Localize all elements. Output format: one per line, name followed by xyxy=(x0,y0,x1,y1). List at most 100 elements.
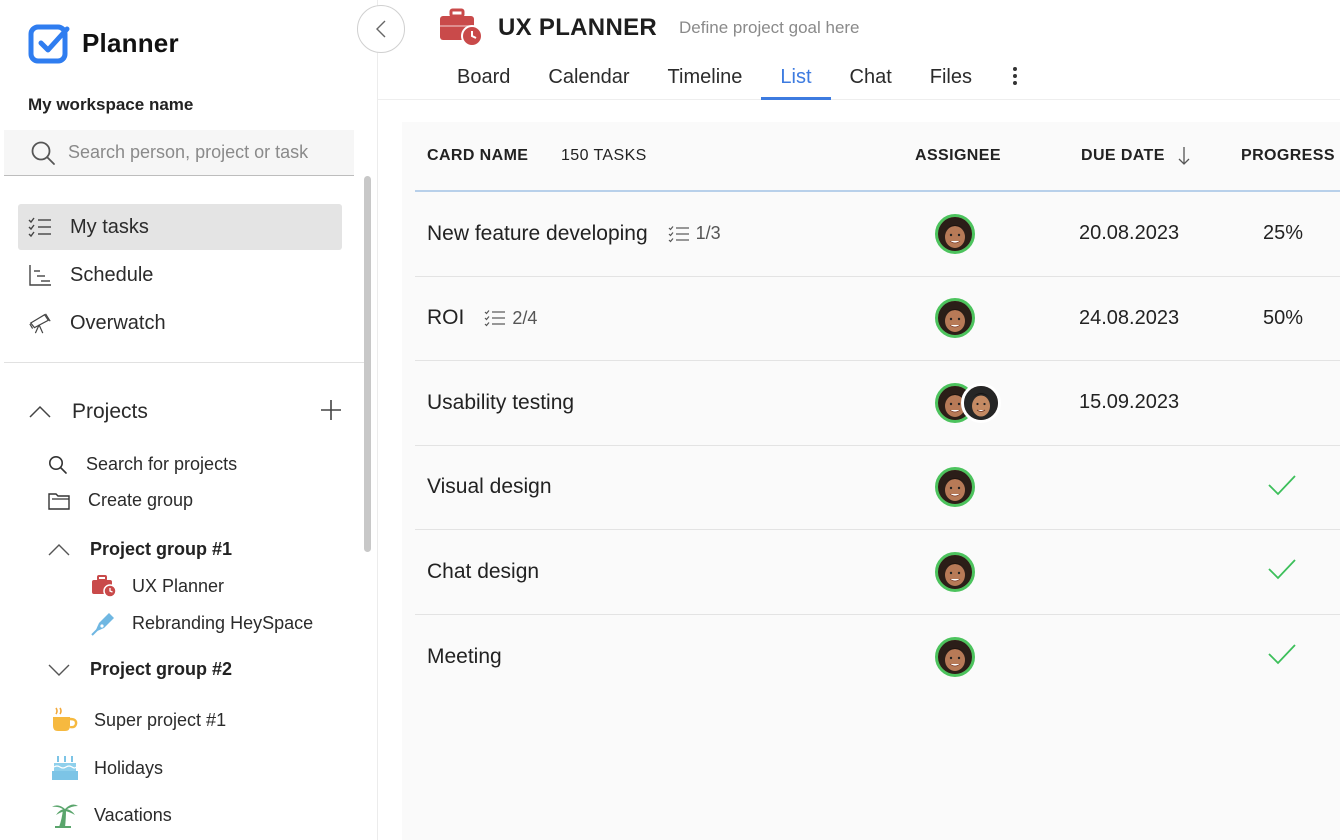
workspace-name[interactable]: My workspace name xyxy=(28,95,193,115)
sidebar: Planner My workspace name My tasks xyxy=(0,0,378,840)
avatar[interactable] xyxy=(961,382,1001,423)
project-group-1[interactable]: Project group #1 xyxy=(48,539,232,560)
card-name[interactable]: ROI xyxy=(427,306,464,330)
tab-calendar[interactable]: Calendar xyxy=(529,60,648,100)
cake-icon xyxy=(52,756,78,780)
project-label: Rebranding HeySpace xyxy=(132,612,314,633)
card-name-cell: Meeting xyxy=(427,645,502,669)
column-progress[interactable]: PROGRESS xyxy=(1241,147,1335,165)
briefcase-clock-icon xyxy=(440,8,483,47)
title-row: UX PLANNER Define project goal here xyxy=(438,8,860,48)
subtasks-count[interactable]: 1/3 xyxy=(668,223,721,244)
project-label: Super project #1 xyxy=(94,709,227,730)
subtasks-label: 2/4 xyxy=(512,307,538,328)
tab-board[interactable]: Board xyxy=(438,60,529,100)
assignee-cell[interactable] xyxy=(935,551,975,592)
search-input[interactable] xyxy=(68,142,348,163)
avatar[interactable] xyxy=(935,551,975,592)
table-row[interactable]: New feature developing 1/3 20.08.2023 25% xyxy=(415,192,1340,277)
nav-label: My tasks xyxy=(70,215,149,238)
card-name[interactable]: Usability testing xyxy=(427,391,574,415)
project-label: Vacations xyxy=(94,804,172,825)
table-row[interactable]: Usability testing 15.09.2023 xyxy=(415,361,1340,446)
progress-done xyxy=(1267,643,1297,670)
due-date[interactable]: 15.09.2023 xyxy=(1079,391,1179,414)
project-holidays[interactable]: Holidays xyxy=(50,754,163,782)
due-date[interactable]: 24.08.2023 xyxy=(1079,307,1179,330)
group-label: Project group #2 xyxy=(90,659,233,679)
progress-done xyxy=(1267,558,1297,585)
avatar[interactable] xyxy=(935,636,975,677)
project-header: UX PLANNER Define project goal here Boar… xyxy=(378,0,1340,100)
sidebar-scrollbar[interactable] xyxy=(364,176,371,552)
project-rebranding-heyspace[interactable]: Rebranding HeySpace xyxy=(90,610,313,636)
projects-header[interactable]: Projects xyxy=(28,394,342,430)
assignee-cell[interactable] xyxy=(935,382,1001,423)
nav-item-schedule[interactable]: Schedule xyxy=(18,252,342,298)
table-row[interactable]: ROI 2/4 24.08.2023 50% xyxy=(415,277,1340,361)
chevron-up-icon[interactable] xyxy=(28,405,52,419)
progress-value: 25% xyxy=(1263,222,1304,245)
project-super-project-1[interactable]: Super project #1 xyxy=(50,706,226,734)
project-ux-planner[interactable]: UX Planner xyxy=(90,574,224,598)
subtasks-icon xyxy=(668,225,689,243)
card-name-cell: Visual design xyxy=(427,475,552,499)
table-row[interactable]: Visual design xyxy=(415,446,1340,530)
palm-tree-icon xyxy=(52,804,78,828)
sidebar-divider xyxy=(4,362,364,363)
column-card-name[interactable]: CARD NAME xyxy=(427,147,528,165)
tab-files[interactable]: Files xyxy=(911,60,991,100)
table-header: CARD NAME 150 TASKS ASSIGNEE DUE DATE PR… xyxy=(415,122,1340,192)
project-group-2[interactable]: Project group #2 xyxy=(48,659,232,680)
subtasks-icon xyxy=(484,310,506,327)
projects-label: Projects xyxy=(72,400,148,423)
tab-list[interactable]: List xyxy=(761,60,831,100)
nav-item-my-tasks[interactable]: My tasks xyxy=(18,204,342,250)
assignee-cell[interactable] xyxy=(935,636,975,677)
schedule-icon xyxy=(28,263,52,287)
project-goal-field[interactable]: Define project goal here xyxy=(679,18,860,38)
done-check-icon xyxy=(1268,559,1296,580)
create-group-link[interactable]: Create group xyxy=(48,490,193,511)
avatar[interactable] xyxy=(935,298,975,339)
card-name[interactable]: Visual design xyxy=(427,475,552,499)
due-date[interactable]: 20.08.2023 xyxy=(1079,222,1179,245)
column-assignee[interactable]: ASSIGNEE xyxy=(915,147,1001,165)
table-row[interactable]: Meeting xyxy=(415,615,1340,700)
search-icon xyxy=(49,455,67,474)
card-name[interactable]: Chat design xyxy=(427,560,539,584)
group-label: Project group #1 xyxy=(90,539,233,559)
project-title[interactable]: UX PLANNER xyxy=(498,14,657,42)
column-due-date[interactable]: DUE DATE xyxy=(1081,146,1191,166)
tab-timeline[interactable]: Timeline xyxy=(649,60,762,100)
card-name[interactable]: New feature developing xyxy=(427,222,648,246)
chevron-up-icon xyxy=(48,543,70,555)
add-project-button[interactable] xyxy=(320,398,342,426)
assignee-cell[interactable] xyxy=(935,213,975,254)
checklist-icon xyxy=(28,215,52,239)
table-row[interactable]: Chat design xyxy=(415,530,1340,615)
subtasks-count[interactable]: 2/4 xyxy=(484,308,537,329)
subtasks-label: 1/3 xyxy=(695,223,721,244)
assignee-cell[interactable] xyxy=(935,467,975,508)
assignee-cell[interactable] xyxy=(935,298,975,339)
card-name-cell: Chat design xyxy=(427,560,539,584)
avatar[interactable] xyxy=(935,213,975,254)
more-options-icon[interactable] xyxy=(1005,60,1025,100)
folder-icon xyxy=(48,492,70,510)
nav-item-overwatch[interactable]: Overwatch xyxy=(18,300,342,346)
card-name[interactable]: Meeting xyxy=(427,645,502,669)
progress-done xyxy=(1267,474,1297,501)
search-projects-link[interactable]: Search for projects xyxy=(48,454,237,475)
pen-icon xyxy=(91,613,114,636)
done-check-icon xyxy=(1268,644,1296,665)
main-nav: My tasks Schedule Overwatch xyxy=(18,204,342,348)
project-label: UX Planner xyxy=(132,575,225,596)
app-logo[interactable]: Planner xyxy=(28,22,179,64)
tab-chat[interactable]: Chat xyxy=(831,60,911,100)
sort-down-arrow-icon[interactable] xyxy=(1177,146,1191,166)
project-vacations[interactable]: Vacations xyxy=(50,801,172,829)
avatar[interactable] xyxy=(935,467,975,508)
briefcase-clock-icon xyxy=(92,575,117,598)
card-name-cell: New feature developing 1/3 xyxy=(427,222,721,246)
